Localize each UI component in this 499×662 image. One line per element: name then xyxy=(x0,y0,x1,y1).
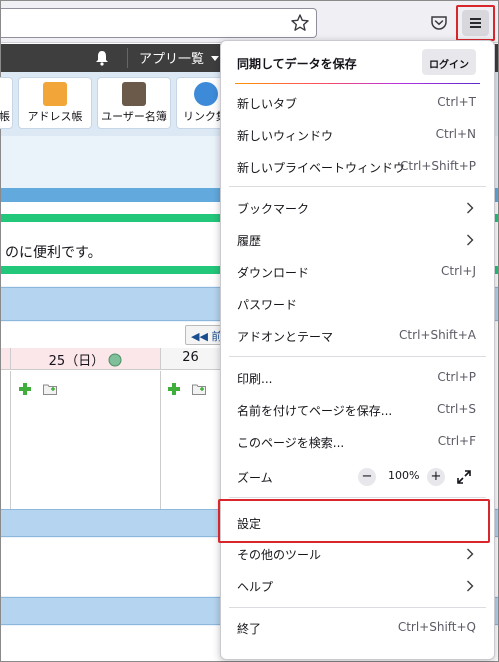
login-button[interactable]: ログイン xyxy=(422,49,476,75)
menu-item-label: 印刷... xyxy=(237,372,273,386)
add-icon[interactable] xyxy=(19,383,31,395)
menu-item-shortcut: Ctrl+T xyxy=(437,95,476,109)
address-book-icon xyxy=(43,82,67,106)
menu-item-shortcut: Ctrl+Shift+Q xyxy=(397,620,476,634)
menu-item-passwords[interactable]: パスワード xyxy=(221,288,494,320)
menu-separator xyxy=(229,186,486,187)
calendar-day-header: 26 xyxy=(161,348,221,370)
calendar-day-label: 26 xyxy=(182,350,199,365)
sync-label: 同期してデータを保存 xyxy=(237,57,357,71)
menu-item-shortcut: Ctrl+S xyxy=(436,402,476,416)
menu-item-new-window[interactable]: 新しいウィンドウ Ctrl+N xyxy=(221,119,494,151)
app-tile-address-book[interactable]: アドレス帳 xyxy=(18,77,92,129)
globe-icon xyxy=(194,82,218,106)
chevron-right-icon xyxy=(467,580,474,592)
menu-item-exit[interactable]: 終了 Ctrl+Shift+Q xyxy=(221,612,494,644)
add-icon[interactable] xyxy=(168,383,180,395)
folder-add-icon[interactable] xyxy=(192,383,206,395)
menu-item-label: その他のツール xyxy=(237,548,322,562)
app-tile-label: アドレス帳 xyxy=(27,110,83,123)
menu-item-label: ダウンロード xyxy=(237,266,310,280)
menu-item-shortcut: Ctrl+Shift+A xyxy=(399,328,476,342)
calendar-cell[interactable] xyxy=(11,371,161,509)
url-bar[interactable] xyxy=(1,8,317,38)
divider xyxy=(127,48,128,68)
menu-item-print[interactable]: 印刷... Ctrl+P xyxy=(221,362,494,394)
menu-item-label: パスワード xyxy=(237,298,298,312)
menu-separator xyxy=(229,497,486,498)
browser-toolbar xyxy=(1,1,498,43)
menu-separator xyxy=(229,607,486,608)
menu-item-new-tab[interactable]: 新しいタブ Ctrl+T xyxy=(221,87,494,119)
app-list-menu[interactable]: アプリ一覧 xyxy=(139,48,204,67)
app-tile-user-list[interactable]: ユーザー名簿 xyxy=(97,77,171,129)
menu-item-label: ブックマーク xyxy=(237,202,310,216)
info-text: のに便利です。 xyxy=(5,245,102,261)
star-icon[interactable] xyxy=(290,13,310,33)
zoom-out-button[interactable]: − xyxy=(358,468,376,486)
menu-item-history[interactable]: 履歴 xyxy=(221,224,494,256)
globe-icon xyxy=(108,353,122,367)
app-tile-label: 帳 xyxy=(0,110,10,123)
bell-icon[interactable] xyxy=(93,49,111,67)
caret-down-icon xyxy=(211,56,219,61)
menu-item-label: このページを検索... xyxy=(237,436,345,450)
menu-item-new-private-window[interactable]: 新しいプライベートウィンドウ Ctrl+Shift+P xyxy=(221,151,494,183)
calendar-day-label: 25（日） xyxy=(48,354,105,369)
menu-item-label: 名前を付けてページを保存... xyxy=(237,404,393,418)
menu-item-label: ヘルプ xyxy=(237,580,274,594)
menu-item-shortcut: Ctrl+F xyxy=(437,434,476,448)
menu-item-shortcut: Ctrl+J xyxy=(441,264,476,278)
menu-item-addons-themes[interactable]: アドオンとテーマ Ctrl+Shift+A xyxy=(221,320,494,352)
fullscreen-icon[interactable] xyxy=(456,469,472,485)
app-tile[interactable]: 帳 xyxy=(0,77,13,129)
menu-separator xyxy=(229,356,486,357)
menu-item-bookmarks[interactable]: ブックマーク xyxy=(221,192,494,224)
folder-add-icon[interactable] xyxy=(43,383,57,395)
menu-item-label: 新しいプライベートウィンドウ xyxy=(237,161,406,175)
menu-item-label: ズーム xyxy=(237,471,273,485)
calendar-day-header xyxy=(1,348,11,370)
chevron-right-icon xyxy=(467,202,474,214)
zoom-in-button[interactable]: + xyxy=(427,468,445,486)
chevron-right-icon xyxy=(467,234,474,246)
pocket-icon[interactable] xyxy=(429,13,449,33)
menu-item-label: 履歴 xyxy=(237,234,262,248)
app-tile-label: ユーザー名簿 xyxy=(101,110,167,123)
menu-item-shortcut: Ctrl+N xyxy=(435,127,476,141)
app-menu-button[interactable] xyxy=(456,5,495,41)
user-list-icon xyxy=(122,82,146,106)
menu-item-zoom: ズーム − 100% + xyxy=(221,461,494,493)
chevron-right-icon xyxy=(467,548,474,560)
settings-highlight xyxy=(218,499,490,543)
menu-item-label: 新しいタブ xyxy=(237,97,298,111)
sync-divider xyxy=(235,83,480,84)
zoom-value[interactable]: 100% xyxy=(388,469,419,482)
menu-item-downloads[interactable]: ダウンロード Ctrl+J xyxy=(221,256,494,288)
menu-item-shortcut: Ctrl+P xyxy=(437,370,476,384)
menu-item-save-page[interactable]: 名前を付けてページを保存... Ctrl+S xyxy=(221,394,494,426)
calendar-day-header: 25（日） xyxy=(11,348,161,370)
calendar-cell xyxy=(1,371,11,509)
app-menu-panel: 同期してデータを保存 ログイン 新しいタブ Ctrl+T 新しいウィンドウ Ct… xyxy=(220,40,495,660)
menu-item-label: 新しいウィンドウ xyxy=(237,129,334,143)
menu-item-label: アドオンとテーマ xyxy=(237,330,334,344)
menu-item-label: 終了 xyxy=(237,622,262,636)
hamburger-icon xyxy=(462,10,489,36)
menu-item-help[interactable]: ヘルプ xyxy=(221,570,494,602)
menu-item-find-in-page[interactable]: このページを検索... Ctrl+F xyxy=(221,426,494,458)
menu-item-shortcut: Ctrl+Shift+P xyxy=(400,159,476,173)
sync-row: 同期してデータを保存 ログイン xyxy=(221,41,494,83)
